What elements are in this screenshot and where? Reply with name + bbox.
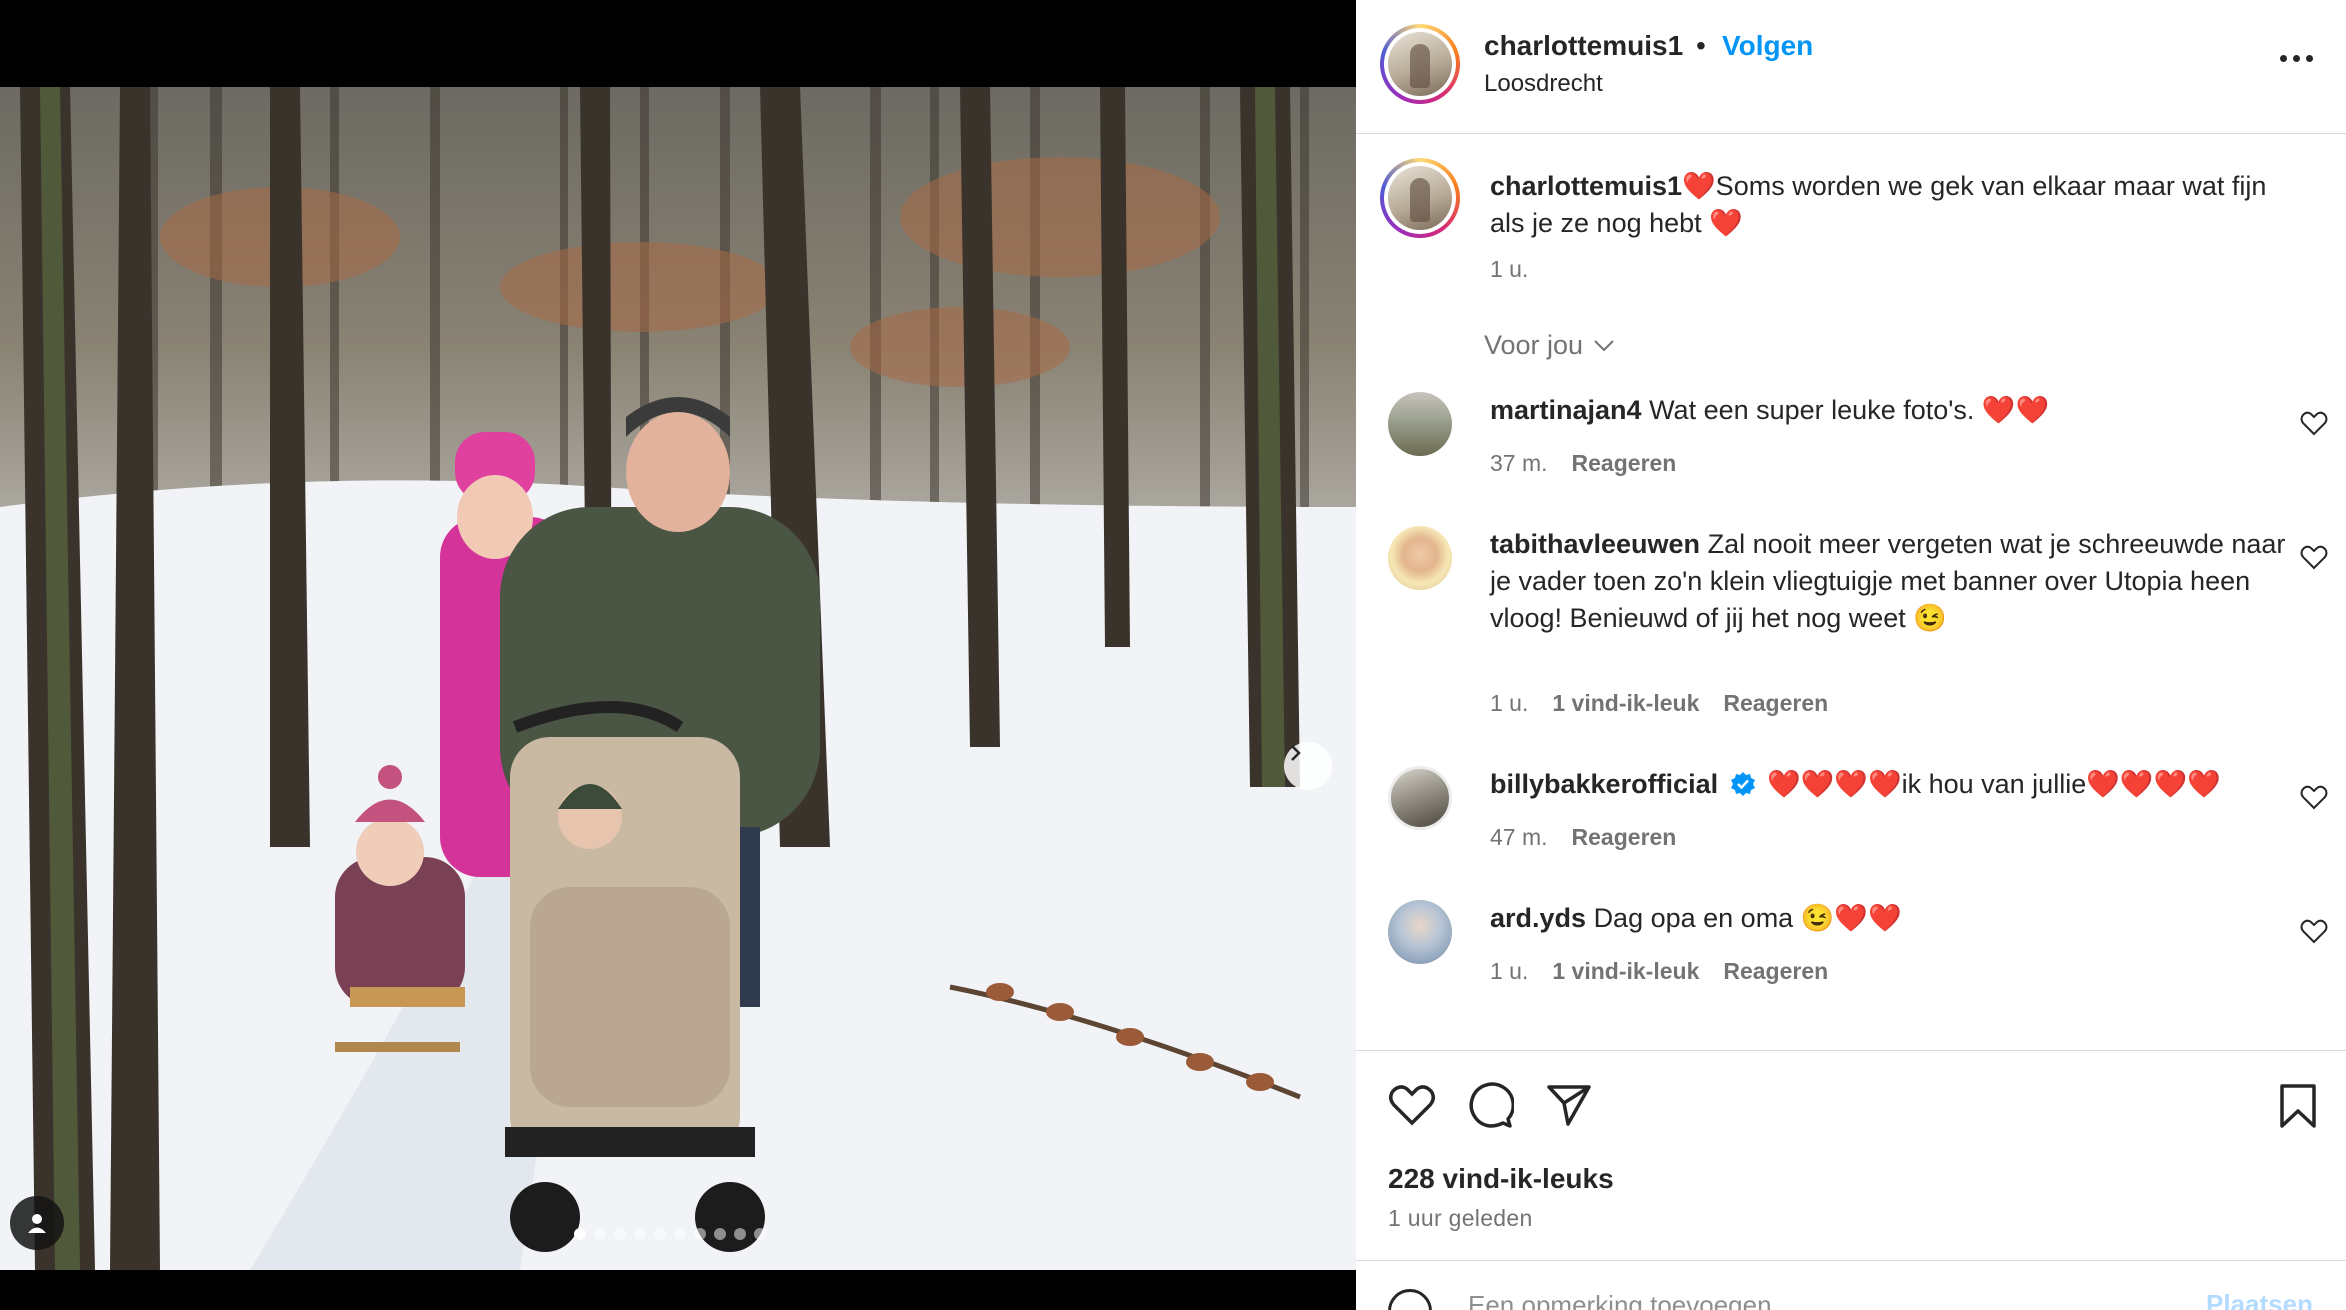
comment-item: martinajan4 Wat een super leuke foto's. … [1490,392,2290,429]
post-photo[interactable] [0,87,1356,1270]
post-comment-button[interactable]: Plaatsen [2206,1289,2313,1310]
post-time: 1 uur geleden [1388,1205,1533,1231]
carousel-dot [654,1228,666,1240]
comment-username[interactable]: martinajan4 [1490,395,1642,425]
carousel-dot [614,1228,626,1240]
carousel-dot [734,1228,746,1240]
heart-icon[interactable] [2300,410,2328,436]
comment-time: 47 m. [1490,824,1548,850]
comment-item: ard.yds Dag opa en oma 😉❤️❤️ [1490,900,2290,937]
carousel-dot [594,1228,606,1240]
reply-button[interactable]: Reageren [1572,450,1677,477]
carousel-dot [694,1228,706,1240]
carousel-dot [674,1228,686,1240]
heart-icon[interactable] [2300,544,2328,570]
heart-icon[interactable] [2300,784,2328,810]
user-tag-icon [28,1214,46,1233]
caption-username[interactable]: charlottemuis1 [1490,171,1682,201]
comment-username[interactable]: tabithavleeuwen [1490,529,1700,559]
heart-icon[interactable] [2300,918,2328,944]
comment-like-count[interactable]: 1 vind-ik-leuk [1552,690,1699,717]
like-count[interactable]: 228 vind-ik-leuks [1388,1163,1614,1195]
tagged-users-button[interactable] [10,1196,64,1250]
comment-avatar[interactable] [1388,392,1452,456]
chevron-down-icon [1594,339,1614,351]
heart-icon[interactable] [1388,1083,1436,1127]
author-username[interactable]: charlottemuis1 [1484,30,1683,62]
comment-time: 37 m. [1490,450,1548,476]
comment-input[interactable] [1468,1285,2108,1310]
post-location[interactable]: Loosdrecht [1484,70,1603,98]
comment-item: billybakkerofficial ❤️❤️❤️❤️ik hou van j… [1490,766,2290,803]
comment-avatar[interactable] [1388,900,1452,964]
comment-username[interactable]: billybakkerofficial [1490,769,1718,799]
comment-meta: 1 u. 1 vind-ik-leuk Reageren [1490,690,1828,717]
next-photo-button[interactable] [1284,742,1332,790]
post-media [0,0,1356,1310]
comment-time: 1 u. [1490,958,1529,984]
comment-text: Dag opa en oma 😉❤️❤️ [1593,903,1902,933]
caption-time: 1 u. [1490,256,1529,282]
comment-username[interactable]: ard.yds [1490,903,1586,933]
carousel-dot [714,1228,726,1240]
author-avatar[interactable] [1380,24,1460,104]
snowy-forest-family-image [0,87,1356,1270]
comment-avatar[interactable] [1388,526,1452,590]
comment-item: tabithavleeuwen Zal nooit meer vergeten … [1490,526,2290,637]
comment-icon[interactable] [1466,1081,1514,1129]
carousel-dot [574,1228,586,1240]
filter-label: Voor jou [1484,330,1584,360]
comment-meta: 47 m. Reageren [1490,824,1676,851]
post-actions-bar: 228 vind-ik-leuks 1 uur geleden [1356,1050,2346,1260]
reply-button[interactable]: Reageren [1572,824,1677,851]
carousel-indicator [574,1228,766,1240]
reply-button[interactable]: Reageren [1723,690,1828,717]
comment-time: 1 u. [1490,690,1529,716]
reply-button[interactable]: Reageren [1723,958,1828,985]
add-comment-bar: Plaatsen [1356,1260,2346,1310]
comment-like-count[interactable]: 1 vind-ik-leuk [1552,958,1699,985]
verified-badge-icon [1730,772,1755,796]
carousel-dot [634,1228,646,1240]
caption-meta: 1 u. [1490,256,1528,283]
comment-filter-dropdown[interactable]: Voor jou [1484,330,1615,361]
comment-meta: 1 u. 1 vind-ik-leuk Reageren [1490,958,1828,985]
chevron-right-icon [1291,745,1301,761]
comment-avatar[interactable] [1388,766,1452,830]
comment-text: Wat een super leuke foto's. ❤️❤️ [1649,395,2050,425]
post-side-panel: charlottemuis1 • Volgen Loosdrecht charl… [1356,0,2346,1310]
comment-text: ❤️❤️❤️❤️ik hou van jullie❤️❤️❤️❤️ [1767,769,2221,799]
post-header: charlottemuis1 • Volgen Loosdrecht [1356,0,2346,134]
caption: charlottemuis1❤️Soms worden we gek van e… [1490,168,2290,242]
emoji-icon[interactable] [1388,1289,1432,1310]
share-icon[interactable] [1546,1083,1592,1127]
caption-avatar[interactable] [1380,158,1460,238]
comments-section[interactable]: charlottemuis1❤️Soms worden we gek van e… [1356,134,2346,1050]
more-options-icon[interactable] [2280,48,2320,68]
carousel-dot [754,1228,766,1240]
header-separator: • [1696,30,1706,61]
follow-button[interactable]: Volgen [1722,30,1813,62]
bookmark-icon[interactable] [2278,1083,2318,1129]
comment-meta: 37 m. Reageren [1490,450,1676,477]
